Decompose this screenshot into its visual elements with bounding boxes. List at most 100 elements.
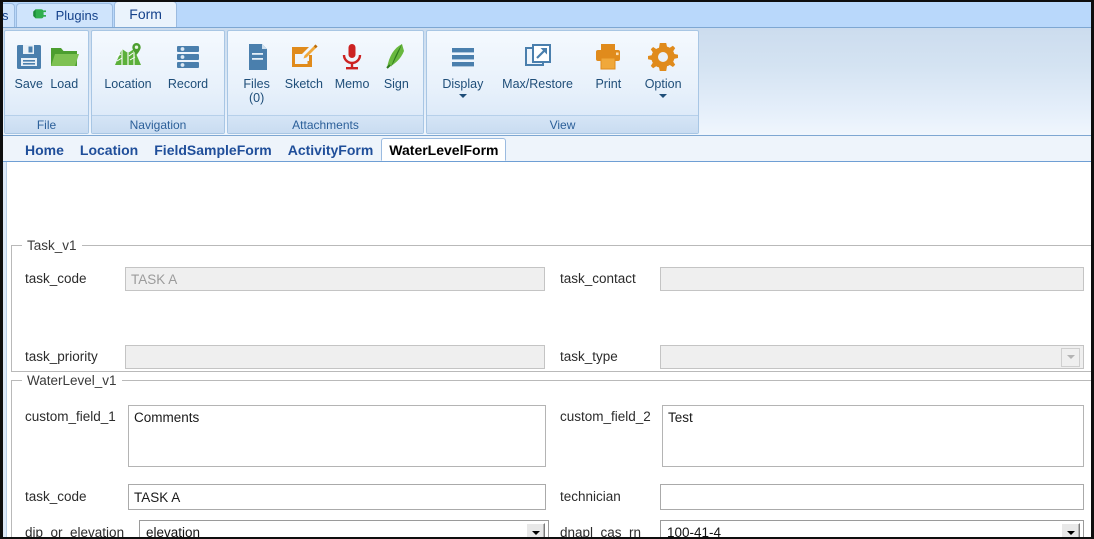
combo-dnapl-cas-rn-value: 100-41-4: [667, 525, 722, 539]
ribbon-group-attachments: Files (0) Sketch Memo Sign Attachments: [227, 30, 424, 134]
label-task-contact: task_contact: [560, 271, 636, 286]
ribbon-button-option[interactable]: Option: [634, 35, 692, 98]
ribbon-button-print-label: Print: [595, 77, 622, 91]
input-technician[interactable]: [660, 484, 1084, 510]
label-dnapl-cas-rn: dnapl_cas_rn: [560, 525, 642, 539]
ribbon-button-record-label: Record: [167, 77, 209, 91]
tab-fieldsampleform[interactable]: FieldSampleForm: [146, 138, 279, 161]
field-row-task-code-task: task_code: [25, 267, 125, 291]
label-task-code-task: task_code: [25, 271, 87, 286]
printer-icon: [592, 39, 624, 75]
left-rail: [3, 162, 7, 537]
ribbon-tab-partial-label: s: [2, 8, 9, 23]
field-row-task-priority: task_priority: [25, 345, 125, 369]
page-tab-filler: [506, 160, 1091, 161]
combo-dip-or-elevation-value: elevation: [146, 525, 201, 539]
input-task-contact[interactable]: [660, 267, 1084, 291]
document-icon: [241, 39, 273, 75]
combo-dnapl-cas-rn[interactable]: 100-41-4: [660, 520, 1084, 539]
group-task-v1-legend: Task_v1: [27, 238, 77, 253]
ribbon-button-load-label: Load: [50, 77, 79, 91]
ribbon-tab-plugins[interactable]: Plugins: [16, 3, 114, 29]
tab-location[interactable]: Location: [72, 138, 146, 161]
signature-pen-icon: [380, 39, 412, 75]
ribbon-button-display[interactable]: Display: [433, 35, 493, 98]
combo-dip-or-elevation[interactable]: elevation: [139, 520, 549, 539]
tab-home-label: Home: [25, 142, 64, 158]
ribbon-button-sketch[interactable]: Sketch: [279, 35, 328, 91]
chevron-down-icon[interactable]: [458, 94, 467, 98]
ribbon-button-max-restore[interactable]: Max/Restore: [493, 35, 583, 91]
ribbon-button-sign[interactable]: Sign: [376, 35, 417, 91]
field-row-technician: technician: [560, 485, 660, 509]
label-custom-field-2: custom_field_2: [560, 409, 651, 424]
ribbon-button-files[interactable]: Files (0): [234, 35, 279, 105]
ribbon-group-view-caption: View: [427, 115, 698, 133]
ribbon-button-sketch-label: Sketch: [284, 77, 323, 91]
sketch-pencil-icon: [288, 39, 320, 75]
field-row-custom-field-1: custom_field_1: [25, 405, 125, 429]
field-row-dip-or-elevation: dip_or_elevation: [25, 521, 135, 539]
map-pin-icon: [112, 39, 144, 75]
group-waterlevel-v1-legend: WaterLevel_v1: [27, 373, 117, 388]
database-icon: [172, 39, 204, 75]
textarea-custom-field-2[interactable]: Test: [662, 405, 1084, 467]
ribbon-tab-form[interactable]: Form: [114, 2, 177, 27]
ribbon-button-save[interactable]: Save: [11, 35, 47, 91]
tab-activityform-label: ActivityForm: [287, 142, 374, 158]
ribbon-group-attachments-caption: Attachments: [228, 115, 423, 133]
application-window: s Plugins Form Save Load File Location R…: [0, 0, 1094, 539]
ribbon-button-memo[interactable]: Memo: [328, 35, 375, 91]
field-row-dnapl-cas-rn: dnapl_cas_rn: [560, 521, 660, 539]
tab-home[interactable]: Home: [17, 138, 72, 161]
ribbon-tab-partial[interactable]: s: [2, 3, 15, 27]
ribbon-group-file: Save Load File: [4, 30, 89, 134]
tab-waterlevelform[interactable]: WaterLevelForm: [381, 138, 507, 161]
plug-icon: [31, 5, 47, 29]
label-task-priority: task_priority: [25, 349, 98, 364]
chevron-down-icon[interactable]: [659, 94, 668, 98]
ribbon-tab-plugins-label: Plugins: [55, 8, 99, 23]
floppy-disk-icon: [13, 39, 45, 75]
label-technician: technician: [560, 489, 621, 504]
ribbon-button-display-label: Display: [442, 77, 484, 91]
label-dip-or-elevation: dip_or_elevation: [25, 525, 125, 539]
combo-task-type[interactable]: [660, 345, 1084, 369]
input-task-code-waterlevel[interactable]: [128, 484, 546, 510]
tab-fieldsampleform-label: FieldSampleForm: [154, 142, 272, 158]
ribbon-tab-strip: s Plugins Form: [3, 2, 1091, 28]
ribbon-body: Save Load File Location Record Navigatio…: [3, 28, 1091, 136]
field-row-task-code-waterlevel: task_code: [25, 485, 125, 509]
tab-location-label: Location: [79, 142, 139, 158]
label-task-type: task_type: [560, 349, 618, 364]
ribbon-button-print[interactable]: Print: [582, 35, 634, 91]
ribbon-button-files-count: (0): [248, 91, 265, 105]
combo-task-type-arrow[interactable]: [1061, 347, 1080, 367]
ribbon-button-record[interactable]: Record: [158, 35, 218, 91]
textarea-custom-field-1[interactable]: Comments: [128, 405, 546, 467]
input-task-priority[interactable]: [125, 345, 545, 369]
combo-dnapl-cas-rn-arrow[interactable]: [1061, 523, 1080, 537]
input-task-code-task[interactable]: [125, 267, 545, 291]
ribbon-group-navigation: Location Record Navigation: [91, 30, 225, 134]
ribbon-button-load[interactable]: Load: [47, 35, 83, 91]
ribbon-button-location[interactable]: Location: [98, 35, 158, 91]
field-row-task-contact: task_contact: [560, 267, 660, 291]
ribbon-button-option-label: Option: [644, 77, 682, 91]
ribbon-group-navigation-caption: Navigation: [92, 115, 224, 133]
tab-activityform[interactable]: ActivityForm: [280, 138, 382, 161]
label-task-code-waterlevel: task_code: [25, 489, 87, 504]
ribbon-button-files-label: Files: [243, 77, 270, 91]
ribbon-button-save-label: Save: [14, 77, 44, 91]
display-bars-icon: [447, 39, 479, 75]
field-row-custom-field-2: custom_field_2: [560, 405, 660, 429]
gear-icon: [647, 39, 679, 75]
folder-icon: [48, 39, 80, 75]
ribbon-button-sign-label: Sign: [383, 77, 409, 91]
page-tab-bar: Home Location FieldSampleForm ActivityFo…: [3, 136, 1091, 162]
ribbon-filler: [701, 30, 1090, 134]
label-custom-field-1: custom_field_1: [25, 409, 116, 424]
microphone-icon: [336, 39, 368, 75]
combo-dip-or-elevation-arrow[interactable]: [526, 523, 545, 537]
ribbon-group-file-caption: File: [5, 115, 88, 133]
